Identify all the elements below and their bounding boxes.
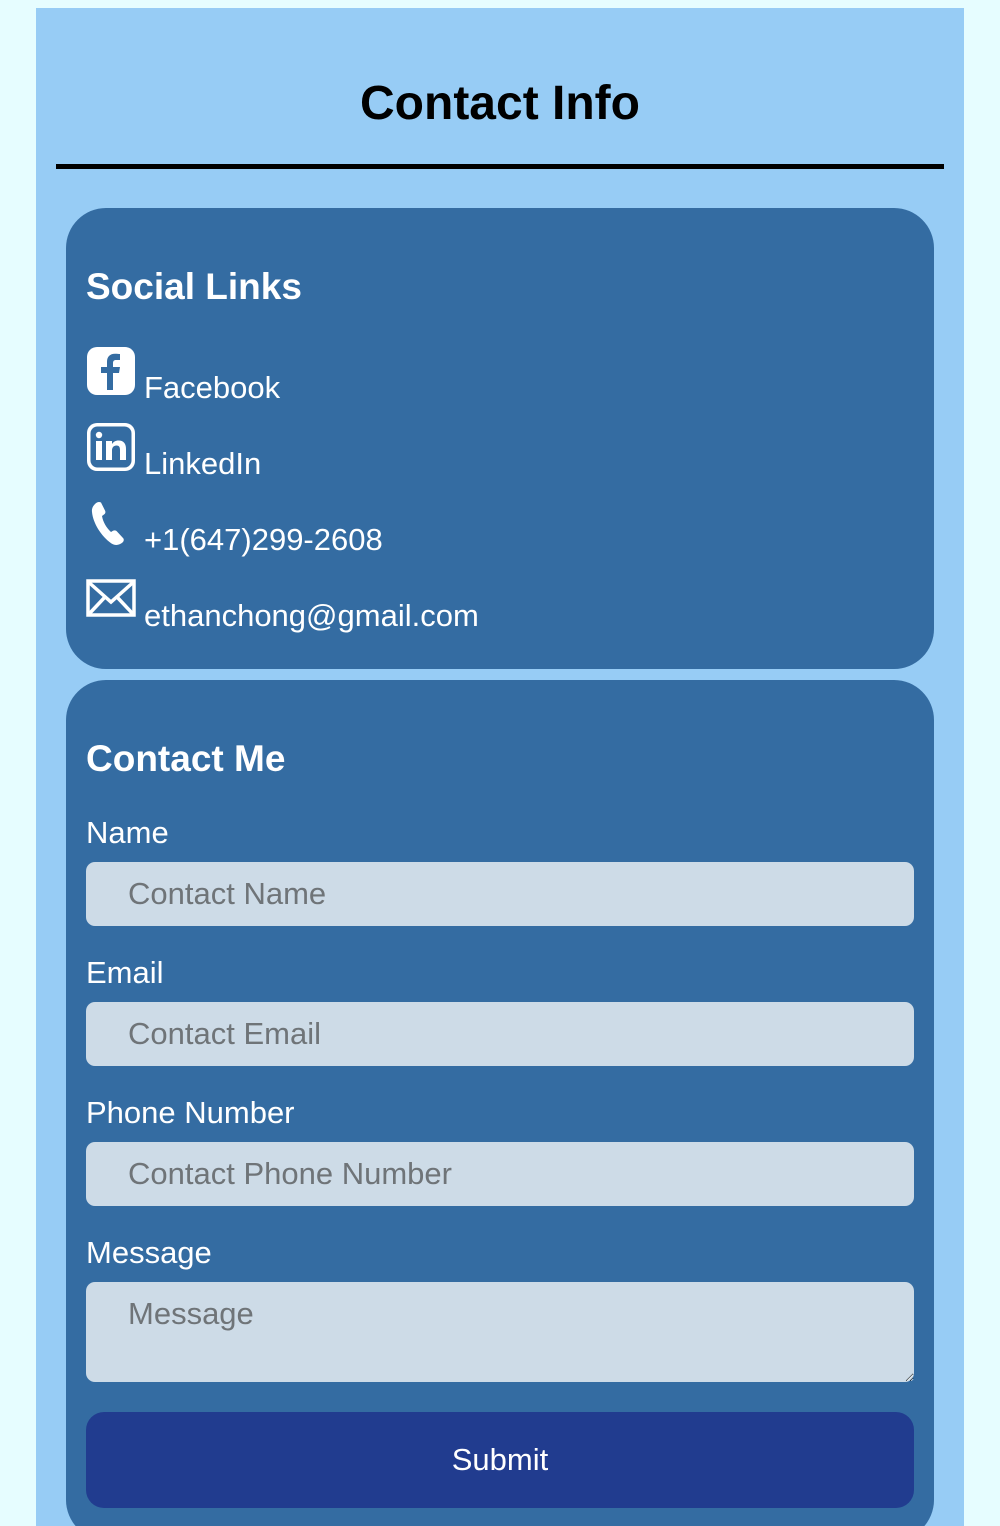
linkedin-icon — [86, 422, 136, 472]
linkedin-link[interactable]: LinkedIn — [86, 422, 261, 481]
phone-link[interactable]: +1(647)299-2608 — [86, 498, 383, 557]
phone-input[interactable] — [86, 1142, 914, 1206]
linkedin-label: LinkedIn — [144, 446, 262, 481]
name-field-label: Name — [86, 815, 169, 850]
envelope-icon — [86, 574, 136, 624]
email-input[interactable] — [86, 1002, 914, 1066]
title-divider — [56, 164, 944, 169]
contact-form-card: Contact Me Name Email Phone Number Messa… — [66, 680, 934, 1526]
name-input[interactable] — [86, 862, 914, 926]
facebook-link[interactable]: Facebook — [86, 346, 280, 405]
submit-button[interactable]: Submit — [86, 1412, 914, 1508]
phone-field-label: Phone Number — [86, 1095, 295, 1130]
contact-form-heading: Contact Me — [86, 738, 286, 779]
message-field-label: Message — [86, 1235, 212, 1270]
facebook-icon — [86, 346, 136, 396]
social-links-card: Social Links Facebook LinkedIn +1(647)29… — [66, 208, 934, 669]
email-link[interactable]: ethanchong@gmail.com — [86, 574, 479, 633]
page: Contact Info Social Links Facebook Linke… — [0, 0, 1000, 1526]
phone-icon — [86, 498, 136, 548]
email-label: ethanchong@gmail.com — [144, 598, 479, 633]
message-textarea[interactable] — [86, 1282, 914, 1382]
phone-label: +1(647)299-2608 — [144, 522, 383, 557]
social-links-heading: Social Links — [86, 266, 302, 307]
facebook-label: Facebook — [144, 370, 281, 405]
content-column: Contact Info Social Links Facebook Linke… — [36, 8, 964, 1526]
email-field-label: Email — [86, 955, 164, 990]
page-title: Contact Info — [360, 77, 640, 130]
